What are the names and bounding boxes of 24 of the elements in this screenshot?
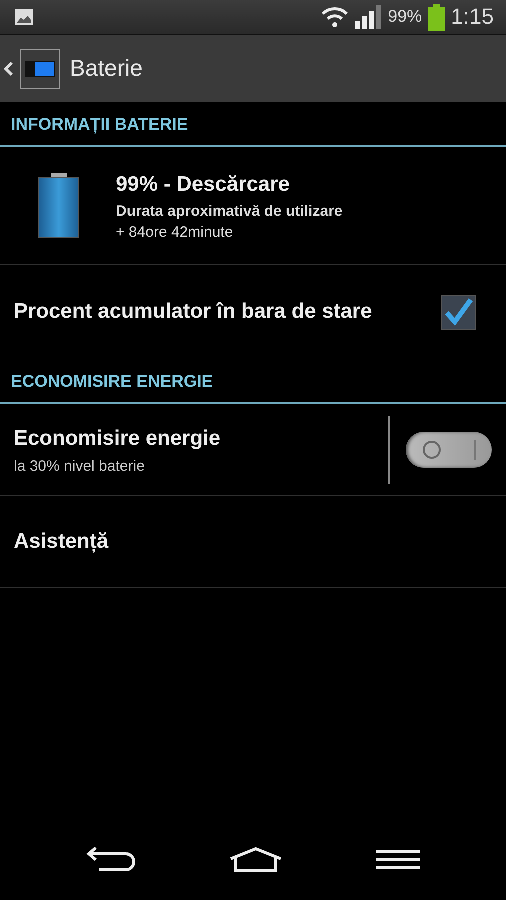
section-header: INFORMAȚII BATERIE xyxy=(0,102,506,147)
app-icon xyxy=(20,48,60,88)
menu-icon[interactable] xyxy=(376,849,420,871)
usage-label: Durata aproximativă de utilizare xyxy=(116,203,344,220)
section-header: ECONOMISIRE ENERGIE xyxy=(0,359,506,404)
battery-percent: 99% xyxy=(388,7,422,27)
back-icon[interactable] xyxy=(86,846,136,874)
setting-label: Procent acumulator în bara de stare xyxy=(14,299,374,326)
checkbox[interactable] xyxy=(441,294,476,330)
wifi-icon xyxy=(321,6,350,28)
battery-icon xyxy=(38,172,80,238)
toggle-switch[interactable] xyxy=(406,432,492,468)
remaining-time: + 84ore 42minute xyxy=(116,224,234,242)
back-icon[interactable] xyxy=(4,60,14,76)
setting-label: Economisire energie xyxy=(14,426,222,452)
setting-summary: la 30% nivel baterie xyxy=(14,458,146,475)
clock: 1:15 xyxy=(451,4,494,30)
menu-item[interactable]: Asistență xyxy=(14,526,109,556)
battery-icon xyxy=(428,4,446,30)
picture-notification-icon xyxy=(14,8,34,26)
signal-icon xyxy=(355,5,382,29)
status-title: 99% - Descărcare xyxy=(116,172,291,198)
home-icon[interactable] xyxy=(228,847,283,873)
screen-title: Baterie xyxy=(70,55,143,82)
